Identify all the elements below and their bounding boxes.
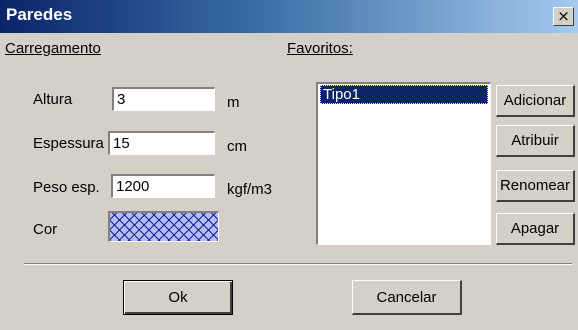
thickness-input[interactable]: 15 (108, 131, 215, 155)
ok-button[interactable]: Ok (123, 280, 233, 315)
close-icon: × (557, 7, 570, 25)
separator (24, 263, 572, 265)
section-label-favorites: Favoritos: (287, 40, 353, 57)
cancel-button[interactable]: Cancelar (352, 280, 462, 315)
dialog-title: Paredes (6, 5, 73, 24)
section-label-load: Carregamento (5, 40, 101, 57)
add-button[interactable]: Adicionar (496, 85, 575, 117)
height-unit: m (227, 94, 240, 111)
close-button[interactable]: × (553, 7, 574, 26)
specific-weight-unit: kgf/m3 (227, 181, 273, 198)
favorites-list[interactable]: Tipo1 (316, 82, 491, 245)
specific-weight-label: Peso esp. (33, 179, 100, 196)
color-swatch[interactable] (108, 211, 219, 242)
thickness-label: Espessura (33, 135, 104, 152)
list-item[interactable]: Tipo1 (320, 85, 488, 104)
assign-button[interactable]: Atribuir (496, 125, 575, 157)
height-input[interactable]: 3 (112, 87, 215, 111)
paredes-dialog: Paredes × Carregamento Favoritos: Altura… (0, 0, 578, 330)
color-label: Cor (33, 221, 58, 238)
specific-weight-input[interactable]: 1200 (111, 174, 215, 198)
thickness-unit: cm (227, 138, 247, 155)
delete-button[interactable]: Apagar (496, 213, 575, 245)
rename-button[interactable]: Renomear (496, 170, 575, 202)
title-bar[interactable]: Paredes × (0, 0, 578, 33)
height-label: Altura (33, 91, 73, 108)
